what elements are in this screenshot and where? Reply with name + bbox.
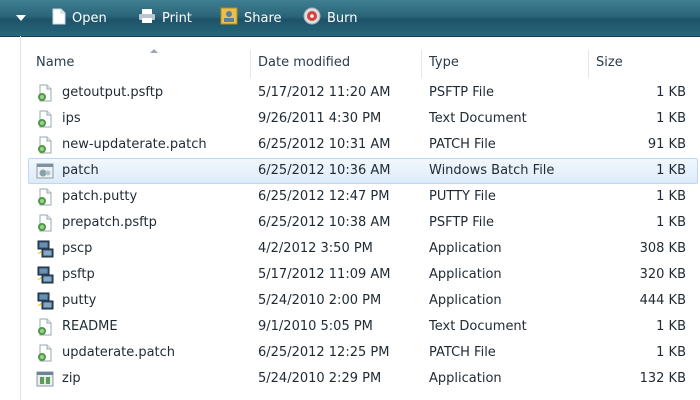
batch-file-icon	[36, 162, 54, 180]
generic-file-icon	[36, 110, 54, 128]
file-row[interactable]: psftp 5/17/2012 11:09 AM Application 320 KB	[0, 262, 700, 288]
printer-icon	[138, 8, 156, 28]
open-button-label: Open	[72, 10, 107, 26]
file-date-modified: 9/26/2011 4:30 PM	[258, 111, 382, 126]
file-name: putty	[62, 293, 97, 308]
file-type: PATCH File	[429, 137, 496, 152]
column-header-type[interactable]: Type	[429, 46, 459, 80]
file-date-modified: 6/25/2012 10:31 AM	[258, 137, 391, 152]
file-size: 1 KB	[656, 345, 686, 360]
organize-chevron-down-icon[interactable]	[16, 15, 26, 21]
file-date-modified: 4/2/2012 3:50 PM	[258, 241, 373, 256]
file-name: getoutput.psftp	[62, 85, 164, 100]
file-row[interactable]: prepatch.psftp 6/25/2012 10:38 AM PSFTP Fi…	[0, 210, 700, 236]
burn-disc-icon	[303, 7, 321, 29]
file-date-modified: 6/25/2012 10:38 AM	[258, 215, 391, 230]
file-row[interactable]: getoutput.psftp 5/17/2012 11:20 AM PSFTP F…	[0, 80, 700, 106]
generic-file-icon	[36, 188, 54, 206]
putty-app-icon	[36, 266, 54, 284]
column-resize-handle[interactable]	[421, 50, 422, 78]
generic-file-icon	[36, 84, 54, 102]
file-type: Application	[429, 371, 502, 386]
file-type: Text Document	[429, 111, 527, 126]
file-date-modified: 5/24/2010 2:29 PM	[258, 371, 382, 386]
share-icon	[220, 7, 238, 29]
column-resize-handle[interactable]	[588, 50, 589, 78]
file-row[interactable]: pscp 4/2/2012 3:50 PM Application 308 KB	[0, 236, 700, 262]
generic-file-icon	[36, 136, 54, 154]
column-header-name[interactable]: Name	[36, 46, 74, 80]
file-size: 132 KB	[639, 371, 686, 386]
file-size: 1 KB	[656, 85, 686, 100]
file-row[interactable]: zip 5/24/2010 2:29 PM Application 132 KB	[0, 366, 700, 392]
file-size: 1 KB	[656, 189, 686, 204]
zip-app-icon	[36, 370, 54, 388]
file-name: pscp	[62, 241, 93, 256]
file-size: 1 KB	[656, 163, 686, 178]
open-button[interactable]: Open	[52, 8, 107, 28]
column-resize-handle[interactable]	[250, 50, 251, 78]
document-icon	[52, 8, 66, 29]
column-header-date-modified[interactable]: Date modified	[258, 46, 350, 80]
putty-app-icon	[36, 292, 54, 310]
column-header-size[interactable]: Size	[596, 46, 623, 80]
file-date-modified: 5/17/2012 11:20 AM	[258, 85, 391, 100]
share-button[interactable]: Share	[220, 7, 282, 29]
file-type: PSFTP File	[429, 85, 495, 100]
file-date-modified: 5/17/2012 11:09 AM	[258, 267, 391, 282]
file-type: Windows Batch File	[429, 163, 555, 178]
file-name: zip	[62, 371, 81, 386]
file-size: 444 KB	[639, 293, 686, 308]
file-row[interactable]: patch.putty 6/25/2012 12:47 PM PUTTY File 1…	[0, 184, 700, 210]
print-button[interactable]: Print	[138, 8, 192, 28]
file-name: prepatch.psftp	[62, 215, 157, 230]
file-row[interactable]: README 9/1/2010 5:05 PM Text Document 1 KB	[0, 314, 700, 340]
file-type: Application	[429, 267, 502, 282]
file-date-modified: 6/25/2012 12:47 PM	[258, 189, 390, 204]
file-date-modified: 9/1/2010 5:05 PM	[258, 319, 373, 334]
putty-app-icon	[36, 240, 54, 258]
sort-ascending-icon	[150, 49, 158, 53]
file-date-modified: 6/25/2012 10:36 AM	[258, 163, 391, 178]
file-name: psftp	[62, 267, 95, 282]
generic-file-icon	[36, 214, 54, 232]
file-type: Application	[429, 241, 502, 256]
file-type: PATCH File	[429, 345, 496, 360]
command-toolbar: Open Print Share Burn	[0, 0, 700, 37]
file-date-modified: 5/24/2010 2:00 PM	[258, 293, 382, 308]
file-row[interactable]: ips 9/26/2011 4:30 PM Text Document 1 KB	[0, 106, 700, 132]
file-row[interactable]: putty 5/24/2010 2:00 PM Application 444 KB	[0, 288, 700, 314]
burn-button-label: Burn	[327, 10, 358, 26]
file-name: patch.putty	[62, 189, 138, 204]
file-type: Application	[429, 293, 502, 308]
share-button-label: Share	[244, 10, 282, 26]
file-size: 1 KB	[656, 319, 686, 334]
file-size: 1 KB	[656, 111, 686, 126]
print-button-label: Print	[162, 10, 192, 26]
file-type: Text Document	[429, 319, 527, 334]
column-header-bar: Name Date modified Type Size	[0, 46, 700, 80]
file-size: 91 KB	[647, 137, 686, 152]
file-name: new-updaterate.patch	[62, 137, 207, 152]
file-type: PSFTP File	[429, 215, 495, 230]
file-size: 1 KB	[656, 215, 686, 230]
file-name: updaterate.patch	[62, 345, 176, 360]
file-row[interactable]: updaterate.patch 6/25/2012 12:25 PM PATCH …	[0, 340, 700, 366]
generic-file-icon	[36, 344, 54, 362]
file-row[interactable]: new-updaterate.patch 6/25/2012 10:31 AM PA…	[0, 132, 700, 158]
burn-button[interactable]: Burn	[303, 7, 358, 29]
file-size: 308 KB	[639, 241, 686, 256]
file-row[interactable]: patch 6/25/2012 10:36 AM Windows Batch Fil…	[0, 158, 700, 184]
file-size: 320 KB	[639, 267, 686, 282]
file-name: ips	[62, 111, 81, 126]
file-date-modified: 6/25/2012 12:25 PM	[258, 345, 390, 360]
file-type: PUTTY File	[429, 189, 496, 204]
file-name: patch	[62, 163, 99, 178]
file-name: README	[62, 319, 118, 334]
generic-file-icon	[36, 318, 54, 336]
